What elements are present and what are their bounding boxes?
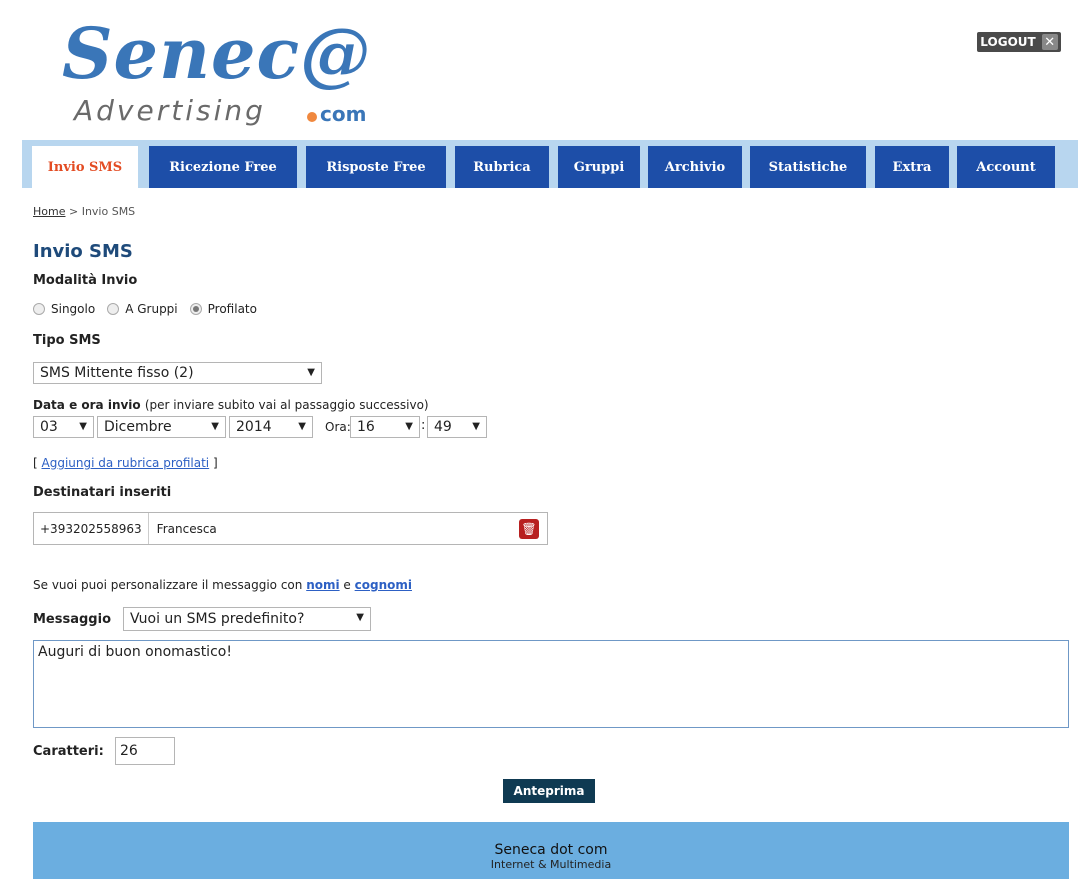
month-select[interactable]: Dicembre ▼ — [97, 416, 226, 438]
personalize-and: e — [339, 578, 355, 592]
logo-main-text: Senec@ — [62, 12, 372, 95]
personalize-prefix: Se vuoi puoi personalizzare il messaggio… — [33, 578, 307, 592]
names-link[interactable]: nomi — [306, 578, 339, 592]
tab-extra[interactable]: Extra — [875, 146, 949, 188]
bracket-open: [ — [33, 456, 42, 470]
add-link-row: [ Aggiungi da rubrica profilati ] — [33, 456, 218, 470]
mode-label: Modalità Invio — [33, 273, 138, 288]
radio-singolo[interactable]: Singolo — [33, 302, 95, 316]
logo-sub-text: Advertising — [74, 94, 266, 127]
recipient-name: Francesca — [156, 521, 217, 536]
tab-ricezione-free[interactable]: Ricezione Free — [149, 146, 297, 188]
add-from-profiled-link[interactable]: Aggiungi da rubrica profilati — [42, 456, 210, 470]
hour-value: 16 — [357, 419, 375, 435]
time-separator: : — [421, 418, 426, 433]
chevron-down-icon: ▼ — [405, 421, 413, 432]
message-label: Messaggio — [33, 612, 111, 627]
main-nav: Invio SMS Ricezione Free Risposte Free R… — [22, 140, 1078, 188]
year-select[interactable]: 2014 ▼ — [229, 416, 313, 438]
breadcrumb-separator: > — [65, 205, 82, 218]
logout-button[interactable]: LOGOUT ✕ — [977, 32, 1061, 52]
predefined-sms-value: Vuoi un SMS predefinito? — [130, 611, 305, 627]
chevron-down-icon: ▼ — [472, 421, 480, 432]
bracket-close: ] — [209, 456, 218, 470]
radio-profilato[interactable]: Profilato — [189, 302, 257, 316]
mode-radio-group: Singolo A Gruppi Profilato — [33, 302, 269, 316]
tab-archivio[interactable]: Archivio — [648, 146, 742, 188]
month-value: Dicembre — [104, 419, 172, 435]
close-icon: ✕ — [1041, 34, 1058, 50]
chars-count-field[interactable]: 26 — [115, 737, 175, 765]
minute-value: 49 — [434, 419, 452, 435]
chevron-down-icon: ▼ — [298, 421, 306, 432]
tab-rubrica[interactable]: Rubrica — [455, 146, 549, 188]
footer-title: Seneca dot com — [494, 842, 608, 858]
radio-profilato-circle[interactable] — [189, 303, 202, 315]
logo: Senec@ Advertising com — [62, 14, 392, 134]
logo-dot-icon — [307, 112, 317, 122]
message-textarea[interactable]: Auguri di buon onomastico! — [33, 640, 1069, 728]
chevron-down-icon: ▼ — [211, 421, 219, 432]
recipient-phone: +393202558963 — [34, 513, 149, 544]
recipients-label: Destinatari inseriti — [33, 485, 172, 500]
predefined-sms-select[interactable]: Vuoi un SMS predefinito? ▼ — [123, 607, 371, 631]
date-hint: (per inviare subito vai al passaggio suc… — [144, 398, 429, 412]
date-label-row: Data e ora invio (per inviare subito vai… — [33, 398, 429, 412]
chevron-down-icon: ▼ — [79, 421, 87, 432]
year-value: 2014 — [236, 419, 272, 435]
radio-a-gruppi-label: A Gruppi — [125, 302, 178, 316]
tab-risposte-free[interactable]: Risposte Free — [306, 146, 446, 188]
tab-statistiche[interactable]: Statistiche — [750, 146, 866, 188]
tab-gruppi[interactable]: Gruppi — [558, 146, 640, 188]
page-title: Invio SMS — [33, 241, 133, 262]
radio-singolo-label: Singolo — [51, 302, 96, 316]
footer: Seneca dot com Internet & Multimedia — [33, 822, 1069, 879]
minute-select[interactable]: 49 ▼ — [427, 416, 487, 438]
radio-singolo-circle[interactable] — [33, 303, 45, 315]
preview-button[interactable]: Anteprima — [503, 779, 595, 803]
chevron-down-icon: ▼ — [307, 367, 315, 378]
radio-a-gruppi[interactable]: A Gruppi — [107, 302, 178, 316]
breadcrumb: Home > Invio SMS — [33, 205, 135, 218]
date-label: Data e ora invio — [33, 398, 141, 412]
sms-type-value: SMS Mittente fisso (2) — [40, 365, 194, 381]
day-select[interactable]: 03 ▼ — [33, 416, 94, 438]
time-label: Ora: — [325, 420, 351, 434]
radio-a-gruppi-circle[interactable] — [107, 303, 120, 315]
hour-select[interactable]: 16 ▼ — [350, 416, 420, 438]
recipient-row: +393202558963 Francesca 🗑 — [33, 512, 548, 545]
radio-profilato-label: Profilato — [207, 302, 257, 316]
logo-com-text: com — [320, 102, 367, 126]
day-value: 03 — [40, 419, 58, 435]
breadcrumb-home-link[interactable]: Home — [33, 205, 65, 218]
footer-subtitle: Internet & Multimedia — [490, 858, 612, 871]
personalize-text: Se vuoi puoi personalizzare il messaggio… — [33, 578, 412, 592]
trash-icon[interactable]: 🗑 — [519, 519, 539, 539]
chevron-down-icon: ▼ — [356, 612, 364, 623]
tab-account[interactable]: Account — [957, 146, 1055, 188]
logout-label: LOGOUT — [980, 35, 1036, 49]
tab-invio-sms[interactable]: Invio SMS — [32, 146, 138, 188]
type-label: Tipo SMS — [33, 333, 101, 348]
surnames-link[interactable]: cognomi — [355, 578, 412, 592]
chars-label: Caratteri: — [33, 744, 104, 759]
sms-type-select[interactable]: SMS Mittente fisso (2) ▼ — [33, 362, 322, 384]
breadcrumb-current: Invio SMS — [81, 205, 136, 218]
